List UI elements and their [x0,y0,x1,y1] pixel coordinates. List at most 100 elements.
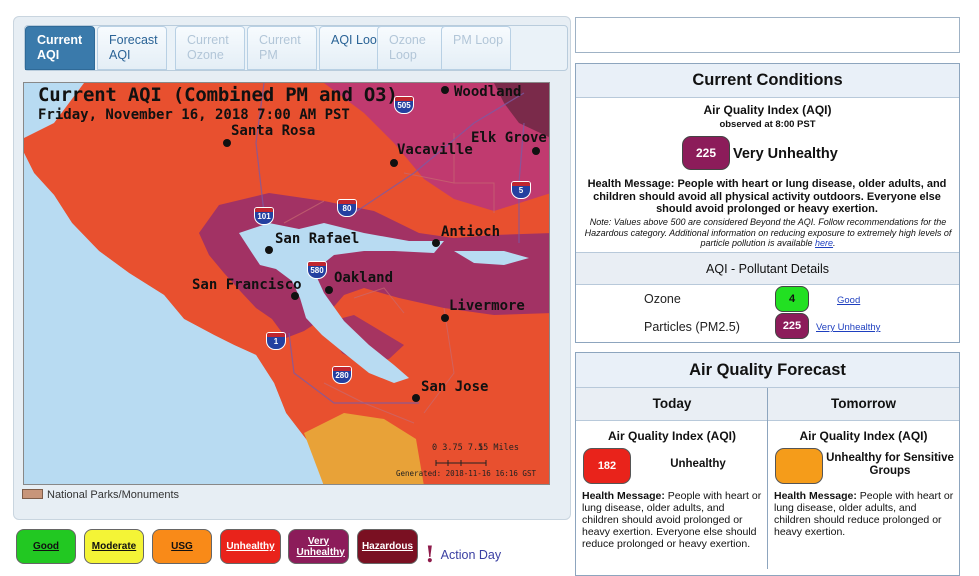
forecast-tomorrow-category: Unhealthy for Sensitive Groups [826,452,954,477]
forecast-day-label: Today [576,388,768,421]
parks-legend-label: National Parks/Monuments [47,489,180,501]
highway-shield-icon: 580 [307,261,327,279]
category-very-unhealthy-button[interactable]: Very Unhealthy [288,529,349,564]
forecast-day-label: Tomorrow [768,388,959,421]
pollutant-details-header: AQI - Pollutant Details [576,252,959,285]
city-label: Vacaville [397,142,473,158]
city-marker [390,159,398,167]
city-marker [223,139,231,147]
city-label: San Rafael [275,231,360,247]
highway-shield-icon: 101 [254,207,274,225]
tab-current-aqi[interactable]: Current AQI [25,26,95,70]
category-label: Unhealthy [226,541,275,552]
scale-unit: 15 Miles [478,443,519,453]
city-label: Woodland [454,84,522,100]
category-usg-button[interactable]: USG [152,529,212,564]
category-label: USG [171,541,193,552]
highway-shield-icon: 1 [266,332,286,350]
city-marker [265,246,273,254]
category-label: Very Unhealthy [296,535,345,558]
highway-shield-icon: 280 [332,366,352,384]
note-text: Note: Values above 500 are considered Be… [584,217,952,248]
exclamation-icon: ! [425,542,435,568]
beyond-aqi-note: Note: Values above 500 are considered Be… [584,217,952,248]
map-panel: Current AQI Forecast AQI Current Ozone C… [13,16,571,520]
highway-shield-icon: 5 [511,181,531,199]
category-label: Moderate [91,541,137,552]
tab-label: Current Ozone [187,33,229,62]
current-aqi-category: Very Unhealthy [733,146,838,162]
forecast-tomorrow-column: Tomorrow Air Quality Index (AQI) Unhealt… [767,388,959,569]
forecast-today-column: Today Air Quality Index (AQI) 182 Unheal… [576,388,768,569]
forecast-health-message: Health Message: People with heart or lun… [582,490,764,550]
forecast-health-message: Health Message: People with heart or lun… [774,490,956,538]
category-moderate-button[interactable]: Moderate [84,529,144,564]
tab-label: AQI Loop [331,33,384,47]
tab-label: PM Loop [453,33,504,47]
ozone-category-link[interactable]: Good [837,295,860,306]
category-good-button[interactable]: Good [16,529,76,564]
city-label: San Francisco [192,277,302,293]
city-label: Antioch [441,224,501,240]
city-marker [441,314,449,322]
current-conditions-panel: Current Conditions Air Quality Index (AQ… [575,63,960,343]
pollutant-name: Particles (PM2.5) [644,320,740,334]
forecast-today-category: Unhealthy [670,458,726,470]
current-conditions-title: Current Conditions [576,64,959,98]
city-label: Santa Rosa [231,123,316,139]
pollutant-name: Ozone [644,292,681,306]
scale-ticks: 0 3.75 7.5 [432,443,484,453]
city-label: San Jose [421,379,489,395]
forecast-aqi-label: Air Quality Index (AQI) [799,429,928,443]
note-here-link[interactable]: here [815,238,833,248]
highway-shield-icon: 80 [337,199,357,217]
city-marker [441,86,449,94]
category-unhealthy-button[interactable]: Unhealthy [220,529,281,564]
highway-shield-icon: 505 [394,96,414,114]
category-label: Hazardous [361,541,414,552]
tab-label: Current AQI [37,33,83,62]
aqi-label: Air Quality Index (AQI) [703,103,832,117]
tab-forecast-aqi[interactable]: Forecast AQI [97,26,167,70]
tab-label: Forecast AQI [109,33,158,62]
forecast-today-badge: 182 [583,448,631,484]
category-label: Good [32,541,60,552]
tab-current-ozone: Current Ozone [175,26,245,70]
city-marker [325,286,333,294]
city-marker [412,394,420,402]
forecast-panel: Air Quality Forecast Today Air Quality I… [575,352,960,576]
map-tab-bar: Current AQI Forecast AQI Current Ozone C… [24,25,568,71]
current-aqi-badge: 225 [682,136,730,170]
parks-swatch [22,489,43,499]
map-date: Friday, November 16, 2018 7:00 AM PST [38,107,350,123]
city-label: Elk Grove [471,130,547,146]
city-marker [432,239,440,247]
health-message-label: Health Message: [774,490,857,502]
action-day-legend[interactable]: ! Action Day [425,542,501,568]
pm25-aqi-badge: 225 [775,313,809,339]
generated-timestamp: Generated: 2018-11-16 16:16 GST [396,469,536,478]
top-empty-box [575,17,960,53]
forecast-tomorrow-badge [775,448,823,484]
tab-pm-loop: PM Loop [441,26,511,70]
city-label: Oakland [334,270,394,286]
tab-current-pm: Current PM [247,26,317,70]
health-message: Health Message: People with heart or lun… [587,178,947,215]
aqi-map[interactable]: Current AQI (Combined PM and O3) Friday,… [23,82,550,485]
observed-time: observed at 8:00 PST [719,119,816,130]
map-title: Current AQI (Combined PM and O3) [38,84,398,106]
pm25-category-link[interactable]: Very Unhealthy [816,322,880,333]
forecast-aqi-label: Air Quality Index (AQI) [607,429,736,443]
category-hazardous-button[interactable]: Hazardous [357,529,418,564]
action-day-label: Action Day [440,548,502,562]
forecast-title: Air Quality Forecast [576,353,959,388]
parks-legend: National Parks/Monuments [22,489,179,501]
city-marker [532,147,540,155]
tab-label: Current PM [259,33,301,62]
city-label: Livermore [449,298,525,314]
health-message-label: Health Message: [582,490,665,502]
city-marker [291,292,299,300]
ozone-aqi-badge: 4 [775,286,809,312]
tab-label: Ozone Loop [389,33,426,62]
tab-ozone-loop: Ozone Loop [377,26,447,70]
